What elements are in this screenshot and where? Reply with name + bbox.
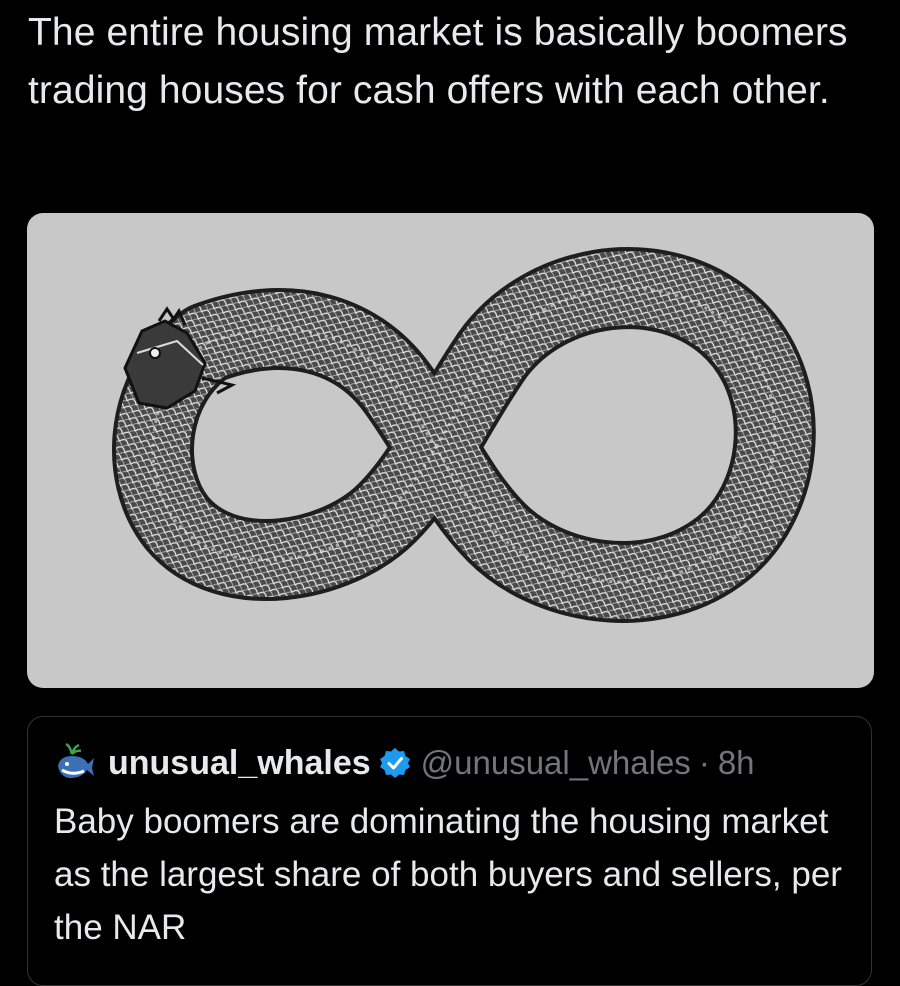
quoted-display-name[interactable]: unusual_whales [108, 744, 371, 783]
tweet-text: The entire housing market is basically b… [28, 11, 848, 112]
quoted-handle[interactable]: @unusual_whales [421, 744, 691, 782]
tweet-media-image[interactable] [27, 213, 874, 688]
verified-badge-icon [379, 747, 411, 779]
whale-avatar-icon[interactable] [54, 742, 96, 784]
ouroboros-infinity-snake-image [112, 247, 816, 623]
quoted-tweet-header: unusual_whales @unusual_whales · 8h [54, 741, 755, 785]
quoted-tweet-card[interactable]: unusual_whales @unusual_whales · 8h Baby… [27, 716, 872, 986]
separator-dot: · [698, 744, 710, 781]
quoted-tweet-text: Baby boomers are dominating the housing … [54, 802, 842, 947]
quoted-timestamp[interactable]: 8h [718, 744, 755, 782]
